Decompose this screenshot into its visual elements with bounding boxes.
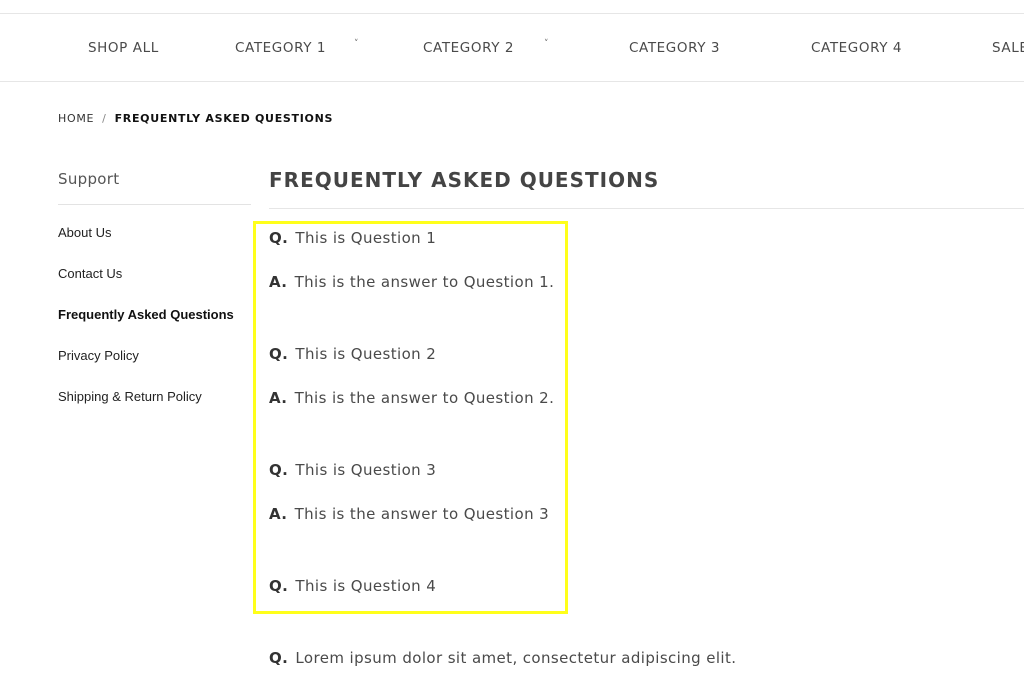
question-prefix: Q. — [269, 345, 289, 363]
chevron-down-icon[interactable]: ˅ — [354, 39, 359, 49]
faq-question: Q. Lorem ipsum dolor sit amet, consectet… — [269, 649, 736, 667]
nav-sale[interactable]: SALE — [992, 40, 1024, 56]
question-prefix: Q. — [269, 229, 289, 247]
faq-question: Q. This is Question 3 — [269, 461, 436, 479]
sidebar-item-about-us[interactable]: About Us — [58, 225, 111, 240]
answer-prefix: A. — [269, 505, 288, 523]
faq-question: Q. This is Question 1 — [269, 229, 436, 247]
answer-text: This is the answer to Question 2. — [294, 389, 555, 407]
sidebar-title: Support — [58, 170, 120, 188]
question-text: This is Question 2 — [295, 345, 437, 363]
nav-category-4[interactable]: CATEGORY 4 — [811, 40, 902, 56]
title-divider — [269, 208, 1024, 209]
main-navigation: SHOP ALL CATEGORY 1 ˅ CATEGORY 2 ˅ CATEG… — [0, 14, 1024, 82]
breadcrumb-home-link[interactable]: HOME — [58, 112, 94, 125]
breadcrumb-current: FREQUENTLY ASKED QUESTIONS — [114, 112, 334, 125]
answer-text: This is the answer to Question 1. — [294, 273, 555, 291]
sidebar-item-shipping-return[interactable]: Shipping & Return Policy — [58, 389, 202, 404]
question-prefix: Q. — [269, 649, 289, 667]
sidebar-item-contact-us[interactable]: Contact Us — [58, 266, 122, 281]
question-text: This is Question 3 — [295, 461, 437, 479]
faq-question: Q. This is Question 2 — [269, 345, 436, 363]
question-text: This is Question 1 — [295, 229, 437, 247]
breadcrumb-separator: / — [102, 112, 107, 125]
nav-category-2[interactable]: CATEGORY 2 — [423, 40, 514, 56]
answer-text: This is the answer to Question 3 — [294, 505, 550, 523]
faq-question: Q. This is Question 4 — [269, 577, 436, 595]
breadcrumb: HOME / FREQUENTLY ASKED QUESTIONS — [58, 112, 333, 125]
question-text: Lorem ipsum dolor sit amet, consectetur … — [295, 649, 737, 667]
sidebar-divider — [58, 204, 251, 205]
question-prefix: Q. — [269, 577, 289, 595]
nav-shop-all[interactable]: SHOP ALL — [88, 40, 159, 56]
faq-answer: A. This is the answer to Question 3 — [269, 505, 549, 523]
question-text: This is Question 4 — [295, 577, 437, 595]
faq-answer: A. This is the answer to Question 1. — [269, 273, 554, 291]
nav-category-3[interactable]: CATEGORY 3 — [629, 40, 720, 56]
question-prefix: Q. — [269, 461, 289, 479]
answer-prefix: A. — [269, 273, 288, 291]
nav-category-1[interactable]: CATEGORY 1 — [235, 40, 326, 56]
sidebar-item-faq[interactable]: Frequently Asked Questions — [58, 307, 234, 322]
chevron-down-icon[interactable]: ˅ — [544, 39, 549, 49]
faq-answer: A. This is the answer to Question 2. — [269, 389, 554, 407]
answer-prefix: A. — [269, 389, 288, 407]
sidebar-item-privacy-policy[interactable]: Privacy Policy — [58, 348, 139, 363]
page-title: FREQUENTLY ASKED QUESTIONS — [269, 168, 660, 192]
